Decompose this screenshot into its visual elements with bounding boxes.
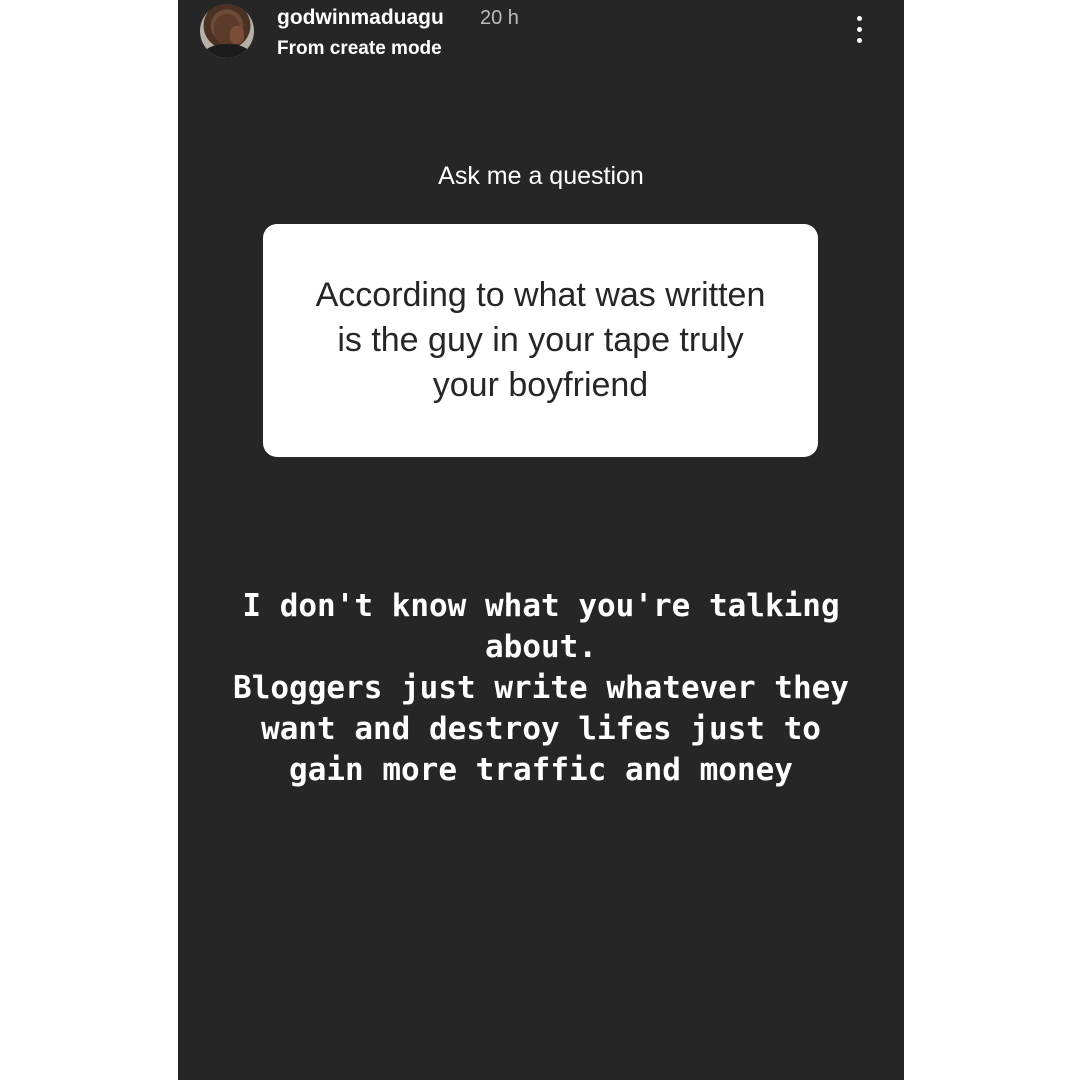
avatar-hand bbox=[230, 26, 244, 44]
menu-dot bbox=[857, 38, 862, 43]
avatar-shirt bbox=[204, 44, 250, 58]
question-card: According to what was written is the guy… bbox=[263, 224, 818, 457]
question-text: According to what was written is the guy… bbox=[315, 276, 766, 404]
question-prompt: Ask me a question bbox=[438, 162, 644, 190]
story-source-label: From create mode bbox=[277, 38, 442, 59]
story-viewer[interactable]: godwinmaduagu 20 h From create mode Ask … bbox=[178, 0, 904, 1080]
menu-dot bbox=[857, 16, 862, 21]
post-time: 20 h bbox=[480, 7, 519, 29]
answer-text: I don't know what you're talking about. … bbox=[233, 588, 849, 788]
more-vertical-icon[interactable] bbox=[848, 14, 872, 46]
page-background: godwinmaduagu 20 h From create mode Ask … bbox=[0, 0, 1080, 1080]
menu-dot bbox=[857, 27, 862, 32]
username[interactable]: godwinmaduagu bbox=[277, 6, 444, 30]
avatar[interactable] bbox=[200, 4, 254, 58]
story-header: godwinmaduagu 20 h From create mode bbox=[178, 0, 904, 64]
